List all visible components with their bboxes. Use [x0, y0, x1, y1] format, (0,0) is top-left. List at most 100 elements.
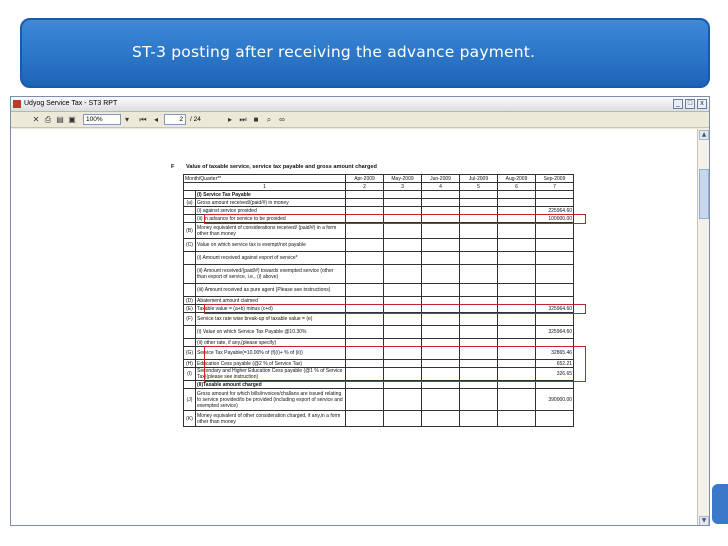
- row-cell: [345, 190, 385, 199]
- row-cell: [383, 296, 423, 305]
- scroll-up-icon[interactable]: ▲: [699, 130, 709, 140]
- scroll-thumb[interactable]: [699, 169, 709, 219]
- row-cell: [383, 251, 423, 265]
- row-code: [183, 206, 196, 215]
- row-code: (H): [183, 359, 196, 368]
- row-cell: [421, 296, 461, 305]
- search-icon[interactable]: ⌕: [264, 115, 274, 125]
- row-cell: [383, 410, 423, 427]
- first-page-icon[interactable]: ⏮: [138, 115, 148, 125]
- row-cell: [459, 367, 499, 381]
- table-number-row: 1234567: [182, 182, 575, 191]
- row-cell: [383, 238, 423, 252]
- scroll-down-icon[interactable]: ▼: [699, 516, 709, 525]
- page-number-input[interactable]: 2: [164, 114, 186, 125]
- last-page-icon[interactable]: ⏭: [238, 115, 248, 125]
- row-cell: [459, 388, 499, 411]
- vertical-scrollbar[interactable]: ▲ ▼: [697, 129, 709, 525]
- row-value-sep-2009: [535, 222, 575, 239]
- row-value-sep-2009: 390000.00: [535, 388, 575, 411]
- row-cell: [383, 388, 423, 411]
- row-cell: [345, 283, 385, 297]
- row-cell: [497, 304, 537, 313]
- row-value-sep-2009: [535, 380, 575, 389]
- row-label: Service Tax Payable(=10.00% of (f)(i)+ %…: [194, 346, 347, 360]
- header-number: 6: [497, 182, 537, 191]
- row-code: [183, 380, 196, 389]
- row-value-sep-2009: [535, 198, 575, 207]
- print-setup-icon[interactable]: ▤: [55, 115, 65, 125]
- header-month: Apr-2009: [345, 174, 385, 183]
- row-cell: [383, 312, 423, 326]
- row-cell: [383, 359, 423, 368]
- row-cell: [345, 367, 385, 381]
- table-row: (ii) in advance for service to be provid…: [183, 214, 575, 223]
- row-label: Education Cess payable (@2 % of Service …: [194, 359, 347, 368]
- close-icon[interactable]: ✕: [31, 115, 41, 125]
- next-page-icon[interactable]: ▸: [225, 115, 235, 125]
- row-cell: [345, 338, 385, 347]
- binoculars-icon[interactable]: ∞: [277, 115, 287, 125]
- print-icon[interactable]: ⎙: [43, 115, 53, 125]
- app-icon: [13, 100, 21, 108]
- row-cell: [383, 206, 423, 215]
- row-cell: [459, 346, 499, 360]
- row-cell: [421, 304, 461, 313]
- row-cell: [497, 380, 537, 389]
- row-cell: [421, 359, 461, 368]
- page-total: / 24: [190, 116, 201, 123]
- table-row: (B) Money equivalent of considerations re…: [183, 222, 575, 239]
- header-number: 7: [535, 182, 575, 191]
- row-cell: [383, 325, 423, 339]
- row-value-sep-2009: [535, 238, 575, 252]
- row-label: (i) Amount received against export of se…: [194, 251, 347, 265]
- table-row: (a) Gross amount received/(paid/#) in mon…: [183, 198, 575, 207]
- row-cell: [345, 206, 385, 215]
- row-cell: [497, 367, 537, 381]
- row-cell: [497, 388, 537, 411]
- minimize-button[interactable]: _: [673, 99, 683, 109]
- row-cell: [421, 312, 461, 326]
- row-cell: [459, 264, 499, 284]
- row-cell: [421, 198, 461, 207]
- close-window-button[interactable]: x: [697, 99, 707, 109]
- row-cell: [459, 338, 499, 347]
- row-cell: [421, 238, 461, 252]
- chevron-down-icon[interactable]: ▾: [122, 115, 132, 125]
- row-cell: [421, 190, 461, 199]
- row-cell: [459, 251, 499, 265]
- row-value-sep-2009: [535, 251, 575, 265]
- row-code: (a): [183, 198, 196, 207]
- row-code: (G): [183, 346, 196, 360]
- row-cell: [421, 346, 461, 360]
- stop-icon[interactable]: ■: [251, 115, 261, 125]
- row-cell: [421, 367, 461, 381]
- prev-page-icon[interactable]: ◂: [151, 115, 161, 125]
- row-cell: [421, 388, 461, 411]
- export-icon[interactable]: ▣: [67, 115, 77, 125]
- slide: ST-3 posting after receiving the advance…: [0, 0, 728, 546]
- window-title: Udyog Service Tax - ST3 RPT: [24, 100, 118, 107]
- row-cell: [497, 264, 537, 284]
- maximize-button[interactable]: □: [685, 99, 695, 109]
- header-month: Aug-2009: [497, 174, 537, 183]
- header-number: 5: [459, 182, 499, 191]
- row-code: [183, 251, 196, 265]
- report-viewport[interactable]: F Value of taxable service, service tax …: [11, 129, 699, 525]
- row-cell: [421, 338, 461, 347]
- slide-title: ST-3 posting after receiving the advance…: [132, 43, 536, 61]
- row-label: (iii) Amount received as pure agent (Ple…: [194, 283, 347, 297]
- header-col-label: Month/Quarter**: [182, 174, 347, 183]
- row-code: (E): [183, 304, 196, 313]
- row-code: (C): [183, 238, 196, 252]
- table-row: (C) Value on which service tax is exempt/…: [183, 238, 575, 252]
- row-cell: [497, 410, 537, 427]
- row-cell: [383, 283, 423, 297]
- row-cell: [421, 380, 461, 389]
- row-cell: [345, 304, 385, 313]
- zoom-select[interactable]: 100%: [83, 114, 121, 125]
- row-label: Secondary and Higher Education Cess paya…: [194, 367, 347, 381]
- table-row: (ii) other rate, if any,(please specify): [183, 338, 575, 347]
- row-label: (ii) Amount received/(paid/#) towards ex…: [194, 264, 347, 284]
- row-value-sep-2009: 326.65: [535, 367, 575, 381]
